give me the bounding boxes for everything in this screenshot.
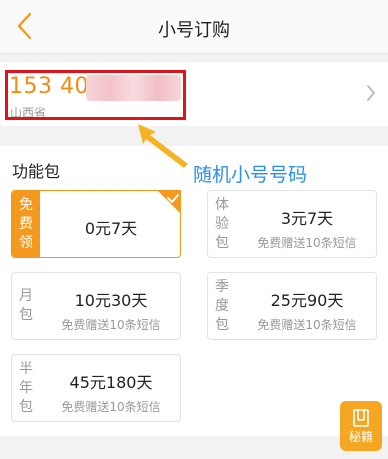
page-title: 小号订购 [158,20,230,41]
package-quarterly[interactable]: 季度包 25元90天 免费赠送10条短信 [207,272,377,340]
package-bonus: 免费赠送10条短信 [61,400,161,414]
annotation-arrow-icon [138,124,188,168]
package-bonus: 免费赠送10条短信 [61,318,161,332]
package-trial[interactable]: 体验包 3元7天 免费赠送10条短信 [207,190,377,258]
top-bar: 小号订购 [0,0,388,54]
package-monthly[interactable]: 月包 10元30天 免费赠送10条短信 [11,272,181,340]
package-side-label: 月包 [19,288,33,323]
package-side-label: 半年包 [19,360,33,415]
package-bonus: 免费赠送10条短信 [257,318,357,332]
package-price: 0元7天 [84,219,138,238]
chevron-right-icon [367,85,375,101]
package-side-label: 季度包 [215,278,229,333]
highlight-box [5,70,186,120]
package-half-year[interactable]: 半年包 45元180天 免费赠送10条短信 [11,354,181,422]
package-price: 3元7天 [280,209,334,228]
package-price: 10元30天 [74,291,148,310]
annotation-label: 随机小号号码 [193,164,308,186]
tips-button-label: 秘籍 [348,430,373,444]
tips-button[interactable]: 秘籍 [340,401,382,451]
package-price: 45元180天 [69,373,153,392]
package-bonus: 免费赠送10条短信 [257,236,357,250]
number-card[interactable]: 153 40 山西省 [0,62,388,126]
check-corner-icon [157,190,181,214]
package-side-label: 免费领 [12,191,40,257]
book-icon [353,409,369,427]
section-title: 功能包 [12,162,61,181]
package-side-label: 体验包 [215,196,229,251]
page: 小号订购 153 40 山西省 功能包 免费领 0元7天 体 验 包 3元7天 … [0,0,388,459]
package-price: 25元90天 [270,291,344,310]
package-free[interactable]: 免费领 0元7天 [11,190,181,258]
package-section: 功能包 免费领 0元7天 体验包 3元7天 免费赠送10条短信 月 包 10元3… [0,146,388,436]
